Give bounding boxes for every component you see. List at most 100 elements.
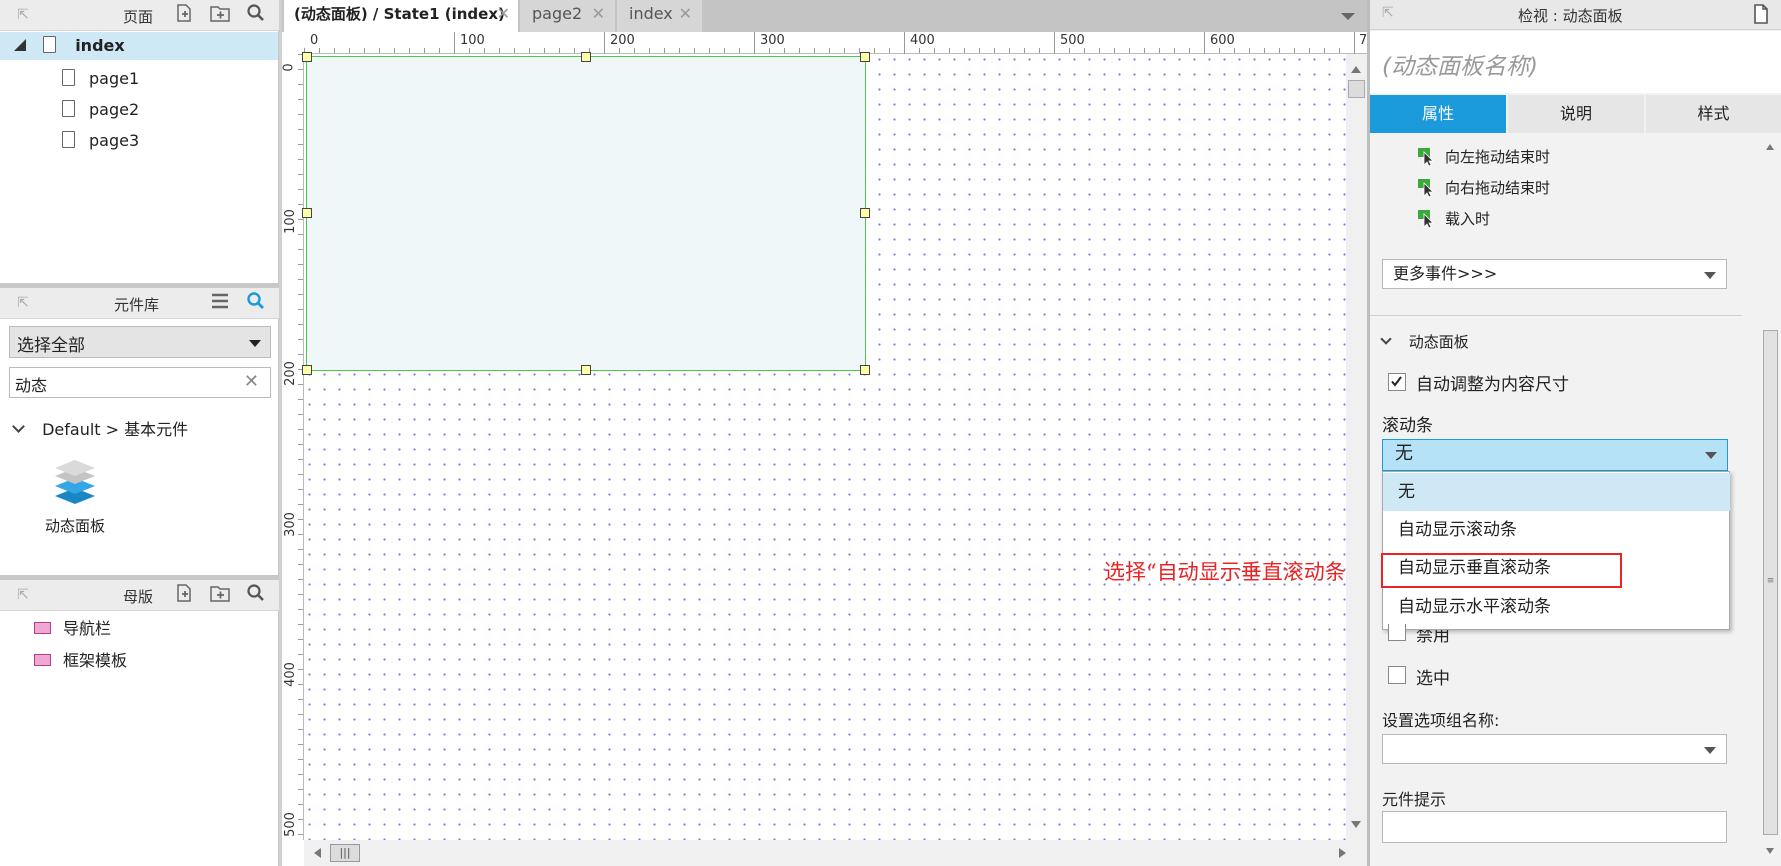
disabled-label: 禁用 [1416, 630, 1450, 646]
tab-label: index [629, 4, 673, 23]
event-cursor-icon [1418, 179, 1434, 198]
inspector-tab-notes[interactable]: 说明 [1508, 95, 1644, 133]
page-item-page3[interactable]: page3 [62, 127, 139, 155]
page-icon[interactable] [1753, 4, 1769, 24]
section-dynamic-panel[interactable]: 动态面板 [1380, 329, 1469, 355]
tab-dynamic-panel-state1[interactable]: (动态面板) / State1 (index) ✕ [284, 0, 518, 32]
clear-icon[interactable]: ✕ [244, 371, 259, 392]
collapse-icon[interactable]: ⇱ [1382, 5, 1394, 21]
close-icon[interactable]: ✕ [679, 0, 692, 28]
expand-triangle-icon[interactable] [14, 39, 26, 51]
option-label: 无 [1398, 482, 1415, 502]
page-item-page2[interactable]: page2 [62, 96, 139, 124]
horizontal-scrollbar[interactable]: ||| [304, 840, 1367, 866]
tab-page2[interactable]: page2 ✕ [520, 0, 615, 32]
tab-label: 样式 [1697, 104, 1730, 123]
more-events-label: 更多事件>>> [1393, 264, 1498, 283]
add-folder-icon[interactable] [209, 583, 231, 605]
dynamic-panel-widget[interactable] [306, 56, 866, 371]
group-name-label: 设置选项组名称: [1382, 711, 1500, 730]
vertical-scrollbar[interactable] [1346, 54, 1367, 840]
group-name-select[interactable] [1382, 734, 1727, 764]
inspector-scrollbar[interactable]: ≡ [1760, 134, 1781, 866]
ruler-label: 400 [910, 33, 935, 48]
inspector-tab-properties[interactable]: 属性 [1370, 95, 1506, 133]
dropdown-option-auto-scrollbar[interactable]: 自动显示滚动条 [1383, 511, 1730, 549]
search-icon[interactable] [245, 291, 267, 313]
menu-icon[interactable] [209, 292, 231, 314]
master-item-frame[interactable]: 框架模板 [34, 647, 127, 675]
add-folder-icon[interactable] [209, 3, 231, 25]
scroll-thumb[interactable]: ||| [330, 844, 360, 862]
close-icon[interactable]: ✕ [497, 0, 510, 28]
library-panel-header: ⇱ 元件库 [0, 288, 279, 319]
library-search-input[interactable]: 动态 ✕ [9, 367, 271, 398]
resize-handle[interactable] [302, 208, 312, 218]
add-master-icon[interactable] [173, 583, 195, 605]
scroll-up-icon[interactable] [1351, 66, 1361, 73]
resize-handle[interactable] [581, 365, 591, 375]
selected-checkbox[interactable] [1388, 666, 1406, 684]
page-label: page3 [89, 131, 140, 150]
event-item-on-load[interactable]: 载入时 [1418, 205, 1490, 233]
resize-handle[interactable] [860, 52, 870, 62]
search-icon[interactable] [245, 3, 267, 25]
scroll-left-icon[interactable] [314, 848, 321, 858]
pages-tree: index page1 page2 page3 [0, 32, 279, 282]
collapse-icon[interactable]: ⇱ [12, 4, 34, 26]
page-label: page2 [89, 100, 140, 119]
resize-handle[interactable] [302, 365, 312, 375]
resize-handle[interactable] [581, 52, 591, 62]
library-widget-dynamic-panel[interactable]: 动态面板 [30, 458, 120, 543]
scrollbar-select[interactable]: 无 [1382, 439, 1728, 471]
scroll-thumb[interactable] [1348, 80, 1365, 98]
auto-fit-checkbox[interactable] [1388, 373, 1406, 391]
library-search-value: 动态 [15, 376, 48, 395]
ruler-label: 600 [1210, 33, 1235, 48]
tooltip-input[interactable] [1382, 811, 1727, 843]
chevron-down-icon [249, 340, 261, 347]
tab-bar: (动态面板) / State1 (index) ✕ page2 ✕ index … [282, 0, 1367, 32]
dropdown-option-auto-horizontal[interactable]: 自动显示水平滚动条 [1383, 588, 1730, 626]
search-icon[interactable] [245, 583, 267, 605]
more-events-select[interactable]: 更多事件>>> [1382, 259, 1727, 289]
dropdown-option-none[interactable]: 无 [1383, 473, 1730, 511]
add-page-icon[interactable] [173, 3, 195, 25]
event-item-swipe-right-end[interactable]: 向右拖动结束时 [1418, 174, 1550, 202]
ruler-label: 100 [282, 209, 298, 234]
inspector-tab-style[interactable]: 样式 [1646, 95, 1781, 133]
scroll-up-icon[interactable] [1766, 144, 1774, 150]
resize-handle[interactable] [860, 365, 870, 375]
ruler-label: 0 [281, 63, 297, 72]
page-icon [62, 131, 75, 148]
page-item-page1[interactable]: page1 [62, 65, 139, 93]
resize-handle[interactable] [860, 208, 870, 218]
widget-name-input[interactable]: (动态面板名称) [1370, 31, 1781, 93]
collapse-icon[interactable]: ⇱ [12, 584, 34, 606]
chevron-down-icon [1380, 333, 1392, 345]
chevron-down-icon [1705, 452, 1717, 459]
collapse-icon[interactable]: ⇱ [12, 292, 34, 314]
tab-label: 属性 [1421, 104, 1454, 123]
ruler-label: 400 [282, 662, 298, 687]
event-item-swipe-left-end[interactable]: 向左拖动结束时 [1418, 143, 1550, 171]
disabled-checkbox[interactable] [1388, 624, 1406, 641]
scroll-right-icon[interactable] [1339, 848, 1346, 858]
master-item-nav[interactable]: 导航栏 [34, 615, 111, 643]
scroll-down-icon[interactable] [1766, 848, 1774, 854]
scroll-thumb[interactable]: ≡ [1763, 330, 1778, 835]
page-item-index[interactable]: index [0, 32, 278, 60]
page-icon [43, 36, 57, 53]
resize-handle[interactable] [302, 52, 312, 62]
ruler-label: 100 [460, 33, 485, 48]
tab-index[interactable]: index ✕ [617, 0, 702, 32]
library-group[interactable]: Default > 基本元件 [12, 417, 188, 443]
scroll-down-icon[interactable] [1351, 821, 1361, 828]
canvas-area: (动态面板) / State1 (index) ✕ page2 ✕ index … [282, 0, 1367, 866]
tab-dropdown-icon[interactable] [1341, 13, 1355, 20]
tab-label: 说明 [1559, 104, 1592, 123]
library-select[interactable]: 选择全部 [9, 326, 271, 358]
master-label: 框架模板 [63, 651, 128, 670]
close-icon[interactable]: ✕ [592, 0, 605, 28]
inspector-title: 检视 : 动态面板 [1518, 7, 1623, 25]
